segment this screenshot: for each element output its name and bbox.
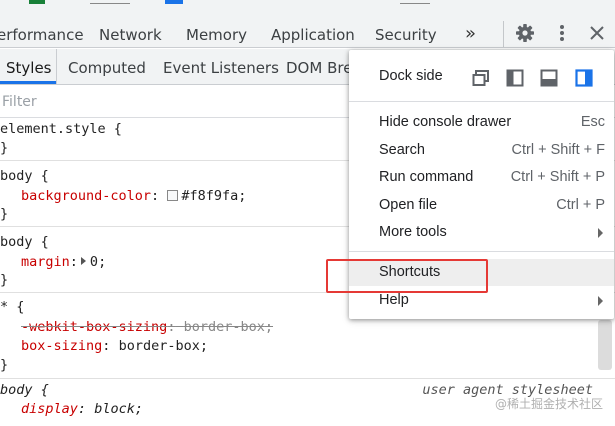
- menu-item-run-command[interactable]: Run command Ctrl + Shift + P: [349, 164, 614, 191]
- tab-title-fragment: [90, 0, 130, 4]
- semicolon: ;: [199, 338, 208, 354]
- tab-styles[interactable]: Styles: [6, 59, 52, 77]
- menu-item-more-tools[interactable]: More tools: [349, 219, 614, 246]
- semicolon: ;: [264, 319, 274, 335]
- dock-right-icon[interactable]: [575, 69, 593, 87]
- tab-divider: [56, 49, 57, 85]
- brace-close: }: [0, 357, 9, 373]
- dock-side-label: Dock side: [379, 68, 443, 84]
- css-value[interactable]: border-box: [119, 338, 200, 354]
- menu-item-hide-console-drawer[interactable]: Hide console drawer Esc: [349, 109, 614, 136]
- brace-open: {: [105, 121, 122, 137]
- selector[interactable]: element.style: [0, 121, 106, 137]
- menu-item-label: Help: [379, 292, 409, 308]
- css-property[interactable]: box-sizing: [21, 338, 102, 354]
- active-tab-indicator: [0, 81, 56, 84]
- css-value[interactable]: block: [94, 401, 135, 417]
- tab-security[interactable]: Security: [375, 26, 437, 44]
- brace-open: {: [32, 234, 49, 250]
- menu-item-open-file[interactable]: Open file Ctrl + P: [349, 192, 614, 219]
- menu-item-shortcut: Ctrl + P: [556, 197, 605, 213]
- selector[interactable]: body: [0, 234, 33, 250]
- undock-icon[interactable]: [472, 69, 490, 87]
- annotation-highlight-box: [326, 259, 488, 293]
- menu-item-shortcut: Ctrl + Shift + F: [511, 142, 605, 158]
- colon: :: [102, 338, 111, 354]
- tab-network[interactable]: Network: [99, 26, 162, 44]
- css-value[interactable]: #f8f9fa: [181, 188, 238, 204]
- color-swatch[interactable]: [167, 190, 179, 201]
- dock-left-icon[interactable]: [506, 69, 524, 87]
- blue-tab-icon: [165, 0, 183, 4]
- selector[interactable]: *: [0, 299, 8, 315]
- css-property[interactable]: display: [21, 401, 78, 417]
- submenu-arrow-icon: [598, 296, 603, 306]
- css-property[interactable]: background-color: [21, 188, 151, 204]
- menu-divider: [349, 251, 614, 252]
- tab-memory[interactable]: Memory: [186, 26, 247, 44]
- menu-item-label: Search: [379, 142, 425, 158]
- toolbar-divider: [503, 21, 504, 47]
- colon: :: [151, 188, 160, 204]
- expand-triangle-icon[interactable]: [80, 257, 86, 265]
- brace-close: }: [0, 272, 9, 288]
- semicolon: ;: [238, 188, 247, 204]
- menu-item-label: More tools: [379, 224, 447, 240]
- devtools-main-tabbar: erformance Network Memory Application Se…: [0, 6, 615, 48]
- more-tabs-button[interactable]: »: [465, 23, 476, 44]
- css-property[interactable]: margin: [21, 254, 70, 270]
- green-tab-icon: [29, 0, 45, 4]
- colon: :: [69, 254, 78, 270]
- brace-open: {: [32, 382, 49, 398]
- more-options-icon[interactable]: [551, 21, 573, 45]
- menu-item-shortcut: Esc: [580, 114, 605, 130]
- css-property-overridden[interactable]: -webkit-box-sizing: [21, 319, 167, 335]
- brace-close: }: [0, 206, 9, 222]
- tab-title-fragment: [400, 0, 430, 4]
- tab-application[interactable]: Application: [271, 26, 355, 44]
- menu-item-label: Run command: [379, 169, 474, 185]
- menu-item-search[interactable]: Search Ctrl + Shift + F: [349, 137, 614, 164]
- brace-close: }: [0, 140, 9, 156]
- tab-performance[interactable]: erformance: [0, 26, 84, 44]
- semicolon: ;: [134, 401, 143, 417]
- colon: :: [77, 401, 87, 417]
- css-value[interactable]: 0: [90, 254, 98, 270]
- close-icon[interactable]: [586, 21, 608, 45]
- menu-item-label: Hide console drawer: [379, 114, 512, 130]
- watermark: @稀土掘金技术社区: [494, 397, 603, 411]
- dock-bottom-icon[interactable]: [540, 69, 558, 87]
- selector[interactable]: body: [0, 168, 33, 184]
- brace-open: {: [8, 299, 25, 315]
- scrollbar-thumb[interactable]: [598, 320, 612, 370]
- submenu-arrow-icon: [598, 228, 603, 238]
- gear-icon[interactable]: [514, 21, 536, 45]
- brace-open: {: [32, 168, 49, 184]
- dock-side-row: Dock side: [349, 61, 614, 91]
- menu-divider: [349, 101, 614, 102]
- semicolon: ;: [98, 254, 107, 270]
- filter-input[interactable]: [2, 92, 302, 112]
- tab-computed[interactable]: Computed: [68, 59, 146, 77]
- selector[interactable]: body: [0, 382, 33, 398]
- css-value[interactable]: border-box: [184, 319, 265, 335]
- colon: :: [167, 319, 176, 335]
- tab-event-listeners[interactable]: Event Listeners: [163, 59, 279, 77]
- menu-item-shortcut: Ctrl + Shift + P: [510, 169, 605, 185]
- menu-item-label: Open file: [379, 197, 438, 213]
